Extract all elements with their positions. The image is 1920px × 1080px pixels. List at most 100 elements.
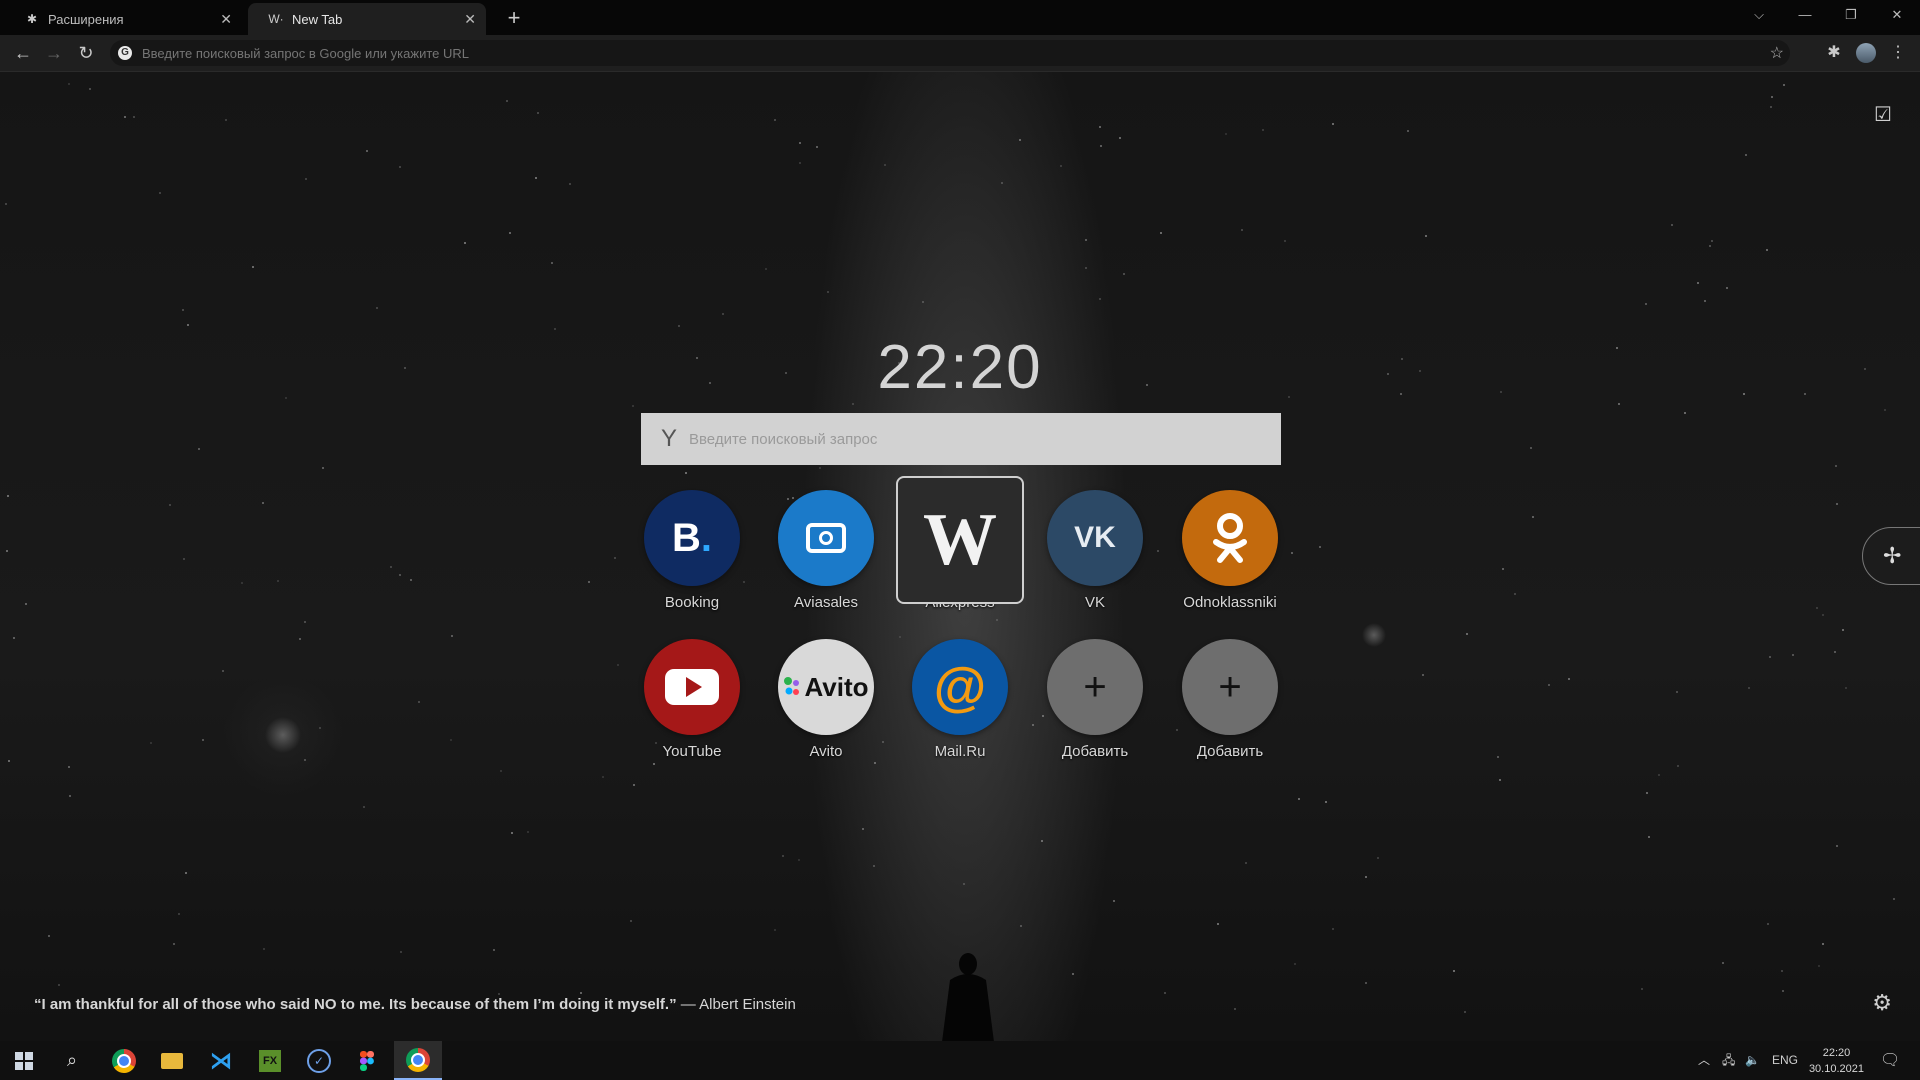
new-tab-button[interactable]: + [500, 4, 528, 32]
todo-icon[interactable]: ✓ [295, 1041, 343, 1080]
settings-gear-icon[interactable]: ⚙ [1872, 990, 1892, 1016]
star-dot [304, 759, 306, 761]
star-dot [1658, 774, 1660, 776]
language-indicator[interactable]: ENG [1772, 1041, 1798, 1080]
star-dot [1514, 593, 1516, 595]
bookmark-star-icon[interactable]: ☆ [1770, 43, 1784, 63]
dial-add-1[interactable]: + Добавить [1035, 639, 1155, 760]
star-dot [874, 762, 876, 764]
star-dot [1836, 503, 1838, 505]
dial-label: VK [1084, 594, 1105, 611]
dial-aliexpress[interactable]: W Aliexpress [896, 476, 1024, 611]
star-dot [1648, 836, 1650, 838]
star-dot [614, 557, 616, 559]
star-dot [69, 795, 71, 797]
star-dot [862, 828, 864, 830]
terminal-icon[interactable]: FX [246, 1041, 294, 1080]
star-dot [899, 636, 901, 638]
dial-youtube[interactable]: YouTube [632, 639, 752, 760]
tab-search-button[interactable]: ⌵ [1736, 0, 1782, 30]
google-icon: G [118, 46, 132, 60]
star-dot [399, 166, 401, 168]
menu-kebab-icon[interactable]: ⋮ [1885, 40, 1911, 66]
star-dot [363, 806, 365, 808]
star-dot [1464, 1011, 1466, 1013]
star-dot [1816, 607, 1818, 609]
vscode-icon[interactable]: ⋊ [197, 1041, 245, 1080]
minimize-button[interactable]: — [1782, 0, 1828, 30]
aviasales-icon [778, 490, 874, 586]
notifications-icon[interactable]: 🗨 [1880, 1041, 1900, 1080]
close-window-button[interactable]: ✕ [1874, 0, 1920, 30]
star-dot [252, 266, 254, 268]
tray-clock[interactable]: 22:20 30.10.2021 [1809, 1045, 1864, 1077]
close-icon[interactable]: ✕ [220, 11, 232, 28]
star-dot [1217, 923, 1219, 925]
file-explorer-icon[interactable] [148, 1041, 196, 1080]
search-icon[interactable]: ⌕ [48, 1041, 96, 1080]
dial-vk[interactable]: VK VK [1035, 490, 1155, 611]
dial-mailru[interactable]: @ Mail.Ru [900, 639, 1020, 760]
star-dot [1032, 724, 1034, 726]
dial-add-2[interactable]: + Добавить [1170, 639, 1290, 760]
star-dot [1836, 845, 1838, 847]
windows-start-icon[interactable] [0, 1041, 48, 1080]
tab-strip: ✱ Расширения ✕ W· New Tab ✕ + ⌵ — ❐ ✕ [0, 0, 1920, 35]
figma-icon[interactable] [343, 1041, 391, 1080]
search-input[interactable] [687, 429, 1281, 449]
star-dot [187, 324, 189, 326]
star-dot [182, 309, 184, 311]
star-dot [1019, 139, 1021, 141]
star-dot [1100, 145, 1102, 147]
star-dot [1722, 962, 1724, 964]
star-dot [1766, 249, 1768, 251]
profile-avatar[interactable] [1853, 40, 1879, 66]
chrome-icon[interactable] [100, 1041, 148, 1080]
star-dot [133, 116, 135, 118]
dial-avito[interactable]: Avito Avito [766, 639, 886, 760]
todo-checkbox-icon[interactable]: ☑ [1872, 102, 1894, 126]
restore-button[interactable]: ❐ [1828, 0, 1874, 30]
tray-chevron-icon[interactable]: ︿ [1698, 1041, 1710, 1080]
tab-title: New Tab [292, 11, 343, 27]
tab-extensions[interactable]: ✱ Расширения ✕ [4, 3, 242, 35]
star-dot [1365, 982, 1367, 984]
side-panel-toggle[interactable]: ✢ [1862, 527, 1920, 585]
star-dot [1502, 568, 1504, 570]
star-dot [493, 949, 495, 951]
star-dot [1284, 240, 1286, 242]
dial-odnoklassniki[interactable]: Odnoklassniki [1170, 490, 1290, 611]
extensions-icon[interactable]: ✱ [1821, 40, 1847, 66]
search-box[interactable]: Y [641, 413, 1281, 465]
star-dot [304, 621, 306, 623]
star-dot [1782, 990, 1784, 992]
reload-button[interactable]: ↻ [73, 40, 99, 66]
dial-booking[interactable]: B. Booking [632, 490, 752, 611]
address-input[interactable] [140, 44, 1770, 62]
chrome-active-icon[interactable] [394, 1041, 442, 1080]
star-dot [506, 100, 508, 102]
tab-new-tab[interactable]: W· New Tab ✕ [248, 3, 486, 35]
omnibox[interactable]: G ☆ [110, 40, 1790, 66]
dial-label: Aviasales [794, 594, 858, 611]
star-dot [630, 920, 632, 922]
person-silhouette [942, 953, 994, 1041]
back-button[interactable]: ← [10, 40, 36, 66]
star-dot [1020, 925, 1022, 927]
star-dot [241, 582, 243, 584]
forward-button[interactable]: → [41, 40, 67, 66]
star-dot [1377, 857, 1379, 859]
star-dot [1497, 756, 1499, 758]
star-dot [262, 502, 264, 504]
booking-icon: B. [644, 490, 740, 586]
network-icon[interactable]: 🖧 [1722, 1041, 1735, 1080]
star-dot [13, 637, 15, 639]
volume-icon[interactable]: 🔈 [1745, 1041, 1760, 1080]
star-dot [1532, 516, 1534, 518]
tab-title: Расширения [48, 11, 124, 27]
close-icon[interactable]: ✕ [464, 11, 476, 28]
dial-label: Odnoklassniki [1183, 594, 1277, 611]
dial-aviasales[interactable]: Aviasales [766, 490, 886, 611]
star-dot [1319, 546, 1321, 548]
star-dot [509, 232, 511, 234]
